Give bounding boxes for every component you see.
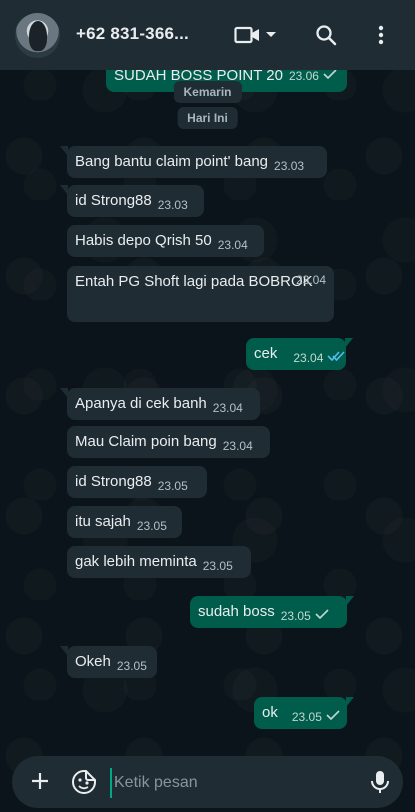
contact-name[interactable]: +62 831-366... xyxy=(76,24,189,44)
message-incoming[interactable]: id Strong88 23.03 xyxy=(60,185,204,217)
search-icon[interactable] xyxy=(313,22,339,48)
message-outgoing[interactable]: cek 23.04 xyxy=(246,338,353,371)
message-incoming[interactable]: Mau Claim poin bang 23.04 xyxy=(67,426,270,458)
date-chip-yesterday: Kemarin xyxy=(173,81,242,103)
video-icon[interactable] xyxy=(234,22,260,48)
message-incoming[interactable]: Bang bantu claim point' bang 23.03 xyxy=(60,146,327,178)
attach-plus-icon[interactable] xyxy=(28,769,52,793)
message-incoming[interactable]: Apanya di cek banh 23.04 xyxy=(60,388,260,420)
message-incoming[interactable]: gak lebih meminta 23.05 xyxy=(67,546,251,578)
message-list[interactable]: SUDAH BOSS POINT 20 23.06 Kemarin Hari In… xyxy=(0,56,415,750)
message-incoming[interactable]: Okeh 23.05 xyxy=(60,646,157,678)
message-composer xyxy=(12,756,403,808)
message-outgoing[interactable]: ok 23.05 xyxy=(254,697,354,730)
message-outgoing[interactable]: sudah boss 23.05 xyxy=(190,596,354,629)
pending-tick-icon xyxy=(326,706,340,726)
read-double-tick-icon xyxy=(327,347,345,367)
pending-tick-icon xyxy=(315,605,329,625)
sticker-icon[interactable] xyxy=(70,768,98,796)
microphone-icon[interactable] xyxy=(368,769,392,795)
message-input[interactable] xyxy=(110,768,356,798)
chat-header: +62 831-366... xyxy=(0,0,415,70)
message-incoming[interactable]: id Strong88 23.05 xyxy=(67,466,207,498)
more-vertical-icon[interactable] xyxy=(368,22,394,48)
message-incoming[interactable]: itu sajah 23.05 xyxy=(67,506,182,538)
dropdown-caret-icon[interactable] xyxy=(263,22,279,48)
message-incoming[interactable]: Entah PG Shoft lagi pada BOBROK 23.04 xyxy=(67,266,334,322)
contact-avatar[interactable] xyxy=(15,13,60,58)
message-incoming[interactable]: Habis depo Qrish 50 23.04 xyxy=(67,225,264,257)
date-chip-today: Hari Ini xyxy=(177,107,238,129)
